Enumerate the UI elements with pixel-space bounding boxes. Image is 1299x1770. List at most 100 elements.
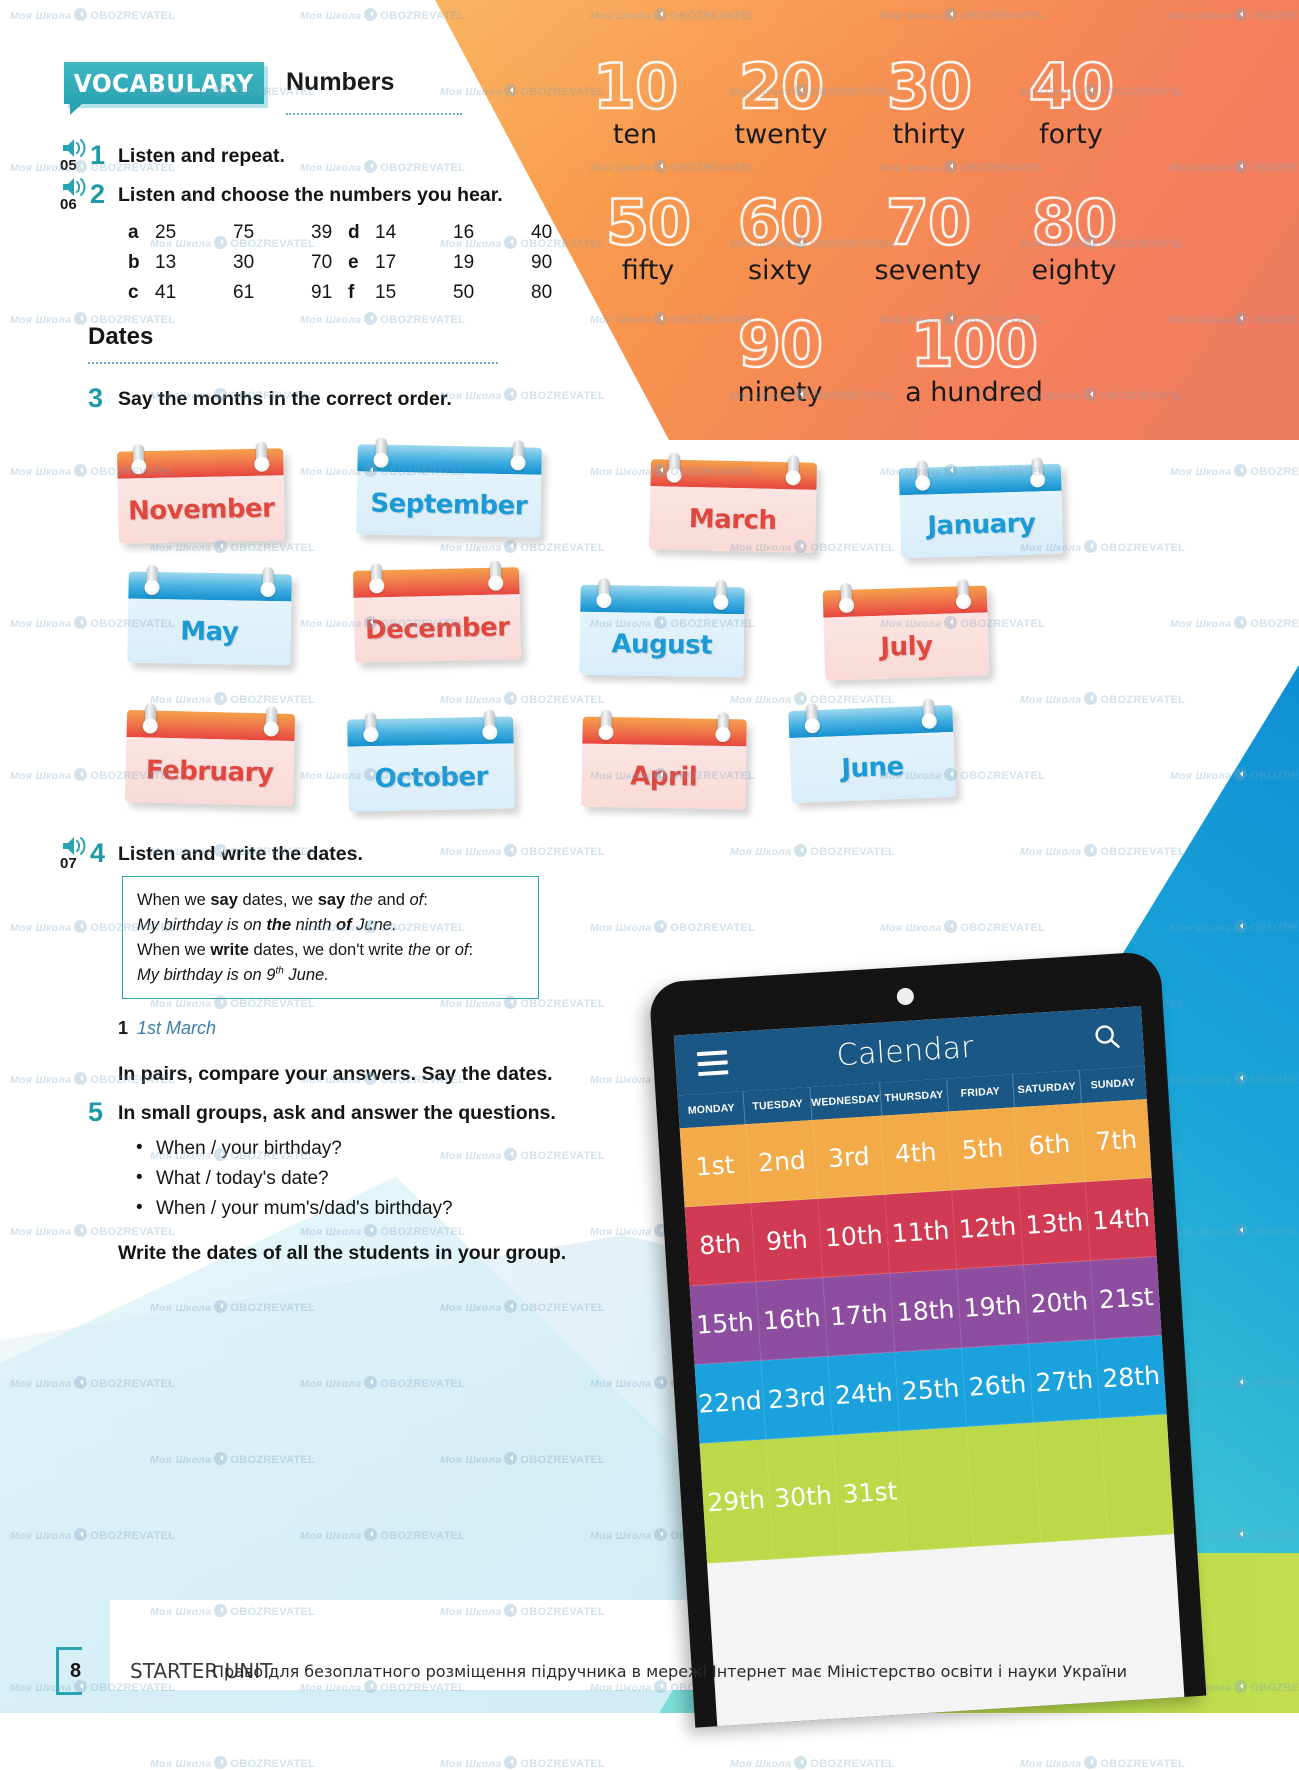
calendar-day-cell[interactable]: 18th: [889, 1269, 962, 1353]
number-option[interactable]: 15: [375, 278, 453, 308]
calendar-day-cell[interactable]: 8th: [684, 1203, 756, 1287]
calendar-day-cell[interactable]: 11th: [884, 1190, 957, 1274]
hamburger-menu-icon[interactable]: [696, 1050, 729, 1082]
month-card-april[interactable]: April: [581, 709, 747, 810]
month-card-january[interactable]: January: [898, 457, 1064, 559]
number-tile-70: 70 seventy: [854, 190, 1002, 286]
month-label: August: [611, 628, 713, 661]
ring-hole-icon: [364, 712, 377, 740]
month-card-august[interactable]: August: [579, 578, 745, 678]
exercise-number-4: 4: [90, 838, 106, 868]
calendar-day-cell[interactable]: 12th: [951, 1186, 1023, 1270]
grammar-text: or: [430, 941, 455, 960]
number-option[interactable]: 14: [375, 218, 453, 248]
month-card-october[interactable]: October: [347, 709, 515, 812]
month-card-july[interactable]: July: [822, 579, 990, 681]
calendar-day-cell[interactable]: 28th: [1094, 1335, 1167, 1419]
calendar-day-cell[interactable]: 15th: [689, 1281, 761, 1365]
calendar-day-cell[interactable]: 17th: [822, 1273, 895, 1357]
month-card-november[interactable]: November: [117, 441, 285, 544]
month-label: June: [840, 751, 905, 784]
number-option[interactable]: 75: [233, 218, 311, 248]
number-option[interactable]: 61: [233, 278, 311, 308]
calendar-day-cell[interactable]: 7th: [1079, 1099, 1152, 1183]
vocabulary-badge: VOCABULARY: [64, 62, 264, 115]
ring-hole-icon: [598, 578, 610, 606]
calendar-day-cell[interactable]: 24th: [827, 1352, 900, 1436]
audio-track-number-05: 05: [60, 157, 77, 174]
exercise-text-5: In small groups, ask and answer the ques…: [118, 1102, 556, 1124]
calendar-day-cell[interactable]: 10th: [817, 1194, 890, 1278]
grammar-line-3: When we write dates, we don't write the …: [137, 938, 524, 963]
month-label: May: [179, 616, 239, 648]
calendar-day-cell[interactable]: 2nd: [745, 1120, 818, 1204]
exercise-number-1: 1: [90, 140, 106, 170]
number-option[interactable]: 16: [453, 218, 531, 248]
calendar-day-cell[interactable]: 16th: [755, 1277, 828, 1361]
number-option[interactable]: 19: [453, 248, 531, 278]
calendar-day-cell[interactable]: 4th: [879, 1111, 952, 1195]
number-option[interactable]: 25: [155, 218, 233, 248]
number-word: seventy: [874, 255, 982, 286]
calendar-day-cell[interactable]: 27th: [1027, 1339, 1100, 1423]
ring-hole-icon: [144, 703, 157, 731]
calendar-day-cell[interactable]: 30th: [765, 1435, 840, 1560]
number-digit: 100: [910, 308, 1040, 381]
grammar-text: dates, we: [237, 891, 318, 909]
calendar-day-cell[interactable]: 3rd: [812, 1115, 885, 1199]
ring-hole-icon: [840, 582, 853, 611]
calendar-day-cell[interactable]: 19th: [956, 1265, 1028, 1349]
calendar-day-cell[interactable]: 5th: [946, 1107, 1018, 1191]
number-option[interactable]: 30: [233, 248, 311, 278]
ring-hole-icon: [668, 452, 681, 480]
search-icon[interactable]: [1092, 1022, 1122, 1057]
calendar-day-cell[interactable]: 26th: [961, 1343, 1033, 1428]
calendar-day-cell[interactable]: 29th: [699, 1439, 773, 1564]
month-card-september[interactable]: September: [356, 437, 542, 538]
calendar-day-cell[interactable]: 21st: [1089, 1256, 1162, 1340]
calendar-day-cell[interactable]: 23rd: [760, 1356, 833, 1440]
dates-divider: [88, 362, 498, 364]
row-label: d: [348, 222, 360, 243]
calendar-day-cell[interactable]: 25th: [894, 1348, 967, 1432]
calendar-day-cell[interactable]: 1st: [679, 1124, 751, 1208]
calendar-day-cell[interactable]: 6th: [1013, 1103, 1085, 1187]
calendar-day-cell[interactable]: 9th: [750, 1198, 823, 1282]
grammar-bold-italic: of: [336, 916, 352, 935]
month-card-december[interactable]: December: [352, 560, 522, 663]
number-tile-10: 10 ten: [582, 54, 688, 150]
watermark: Моя ШколаOBOZREVATEL: [440, 1756, 606, 1770]
calendar-day-cell[interactable]: 14th: [1084, 1177, 1157, 1261]
calendar-day-cell[interactable]: 13th: [1017, 1182, 1090, 1266]
list-item: When / your mum's/dad's birthday?: [134, 1197, 453, 1220]
number-option[interactable]: 17: [375, 248, 453, 278]
calendar-day-cell[interactable]: 22nd: [694, 1360, 766, 1444]
number-option[interactable]: 50: [453, 278, 531, 308]
ring-hole-icon: [512, 440, 524, 468]
grammar-text: :: [423, 891, 428, 909]
month-card-may[interactable]: May: [127, 564, 292, 666]
number-option[interactable]: 41: [155, 278, 233, 308]
ring-hole-icon: [787, 455, 800, 483]
list-item: When / your birthday?: [134, 1137, 453, 1160]
number-option[interactable]: 13: [155, 248, 233, 278]
month-card-february[interactable]: February: [124, 703, 296, 807]
grammar-italic: My birthday is on: [137, 916, 267, 935]
number-tile-90: 90 ninety: [716, 312, 844, 408]
weekday-sunday: SUNDAY: [1078, 1066, 1147, 1104]
month-card-june[interactable]: June: [788, 698, 956, 804]
audio-icon-05[interactable]: [60, 137, 90, 159]
month-card-march[interactable]: March: [649, 452, 817, 553]
audio-track-number-07: 07: [60, 855, 77, 872]
audio-icon-06[interactable]: [60, 176, 90, 198]
ring-hole-icon: [375, 437, 388, 465]
answer-value: 1st March: [137, 1018, 217, 1038]
table-row: d 14 16 40: [348, 218, 609, 248]
exercise-number-2: 2: [90, 179, 106, 209]
audio-icon-07[interactable]: [60, 835, 90, 857]
page-footer: 8 STARTER UNIT Право для безоплатного ро…: [0, 1623, 1299, 1713]
month-label: April: [630, 760, 698, 793]
calendar-day-cell-empty: [1032, 1418, 1108, 1543]
calendar-day-cell[interactable]: 31st: [832, 1431, 907, 1556]
calendar-day-cell[interactable]: 20th: [1022, 1260, 1095, 1344]
